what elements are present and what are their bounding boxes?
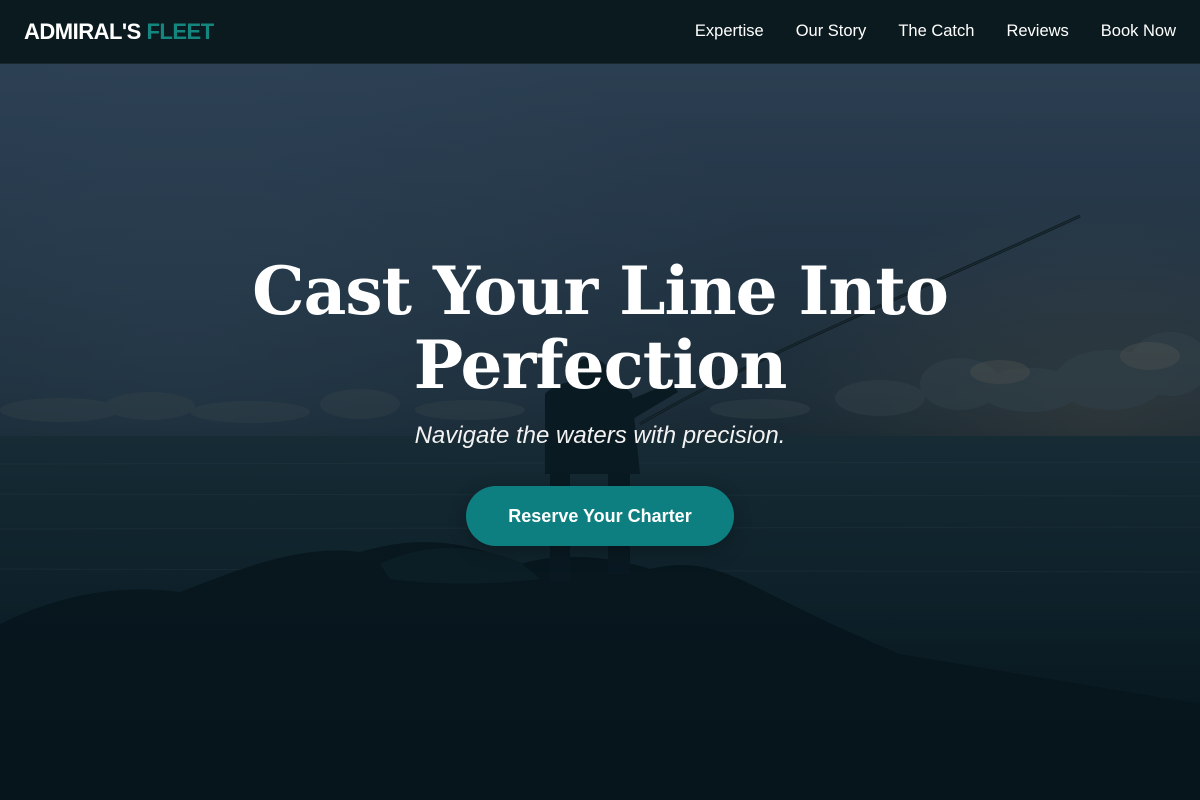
brand-name-primary: ADMIRAL'S	[24, 18, 141, 44]
hero-section: Cast Your Line Into Perfection Navigate …	[0, 64, 1200, 800]
nav-link-the-catch[interactable]: The Catch	[898, 22, 974, 41]
hero-subtitle: Navigate the waters with precision.	[414, 422, 786, 449]
main-nav: Expertise Our Story The Catch Reviews Bo…	[695, 22, 1176, 41]
nav-link-book-now[interactable]: Book Now	[1101, 22, 1176, 41]
hero-content: Cast Your Line Into Perfection Navigate …	[0, 64, 1200, 800]
nav-link-expertise[interactable]: Expertise	[695, 22, 764, 41]
reserve-charter-button[interactable]: Reserve Your Charter	[466, 486, 734, 546]
brand-name-accent: FLEET	[146, 18, 214, 44]
brand-logo[interactable]: ADMIRAL'S FLEET	[24, 19, 214, 45]
nav-link-reviews[interactable]: Reviews	[1006, 22, 1068, 41]
hero-title: Cast Your Line Into Perfection	[252, 252, 949, 404]
top-navbar: ADMIRAL'S FLEET Expertise Our Story The …	[0, 0, 1200, 64]
landing-page: ADMIRAL'S FLEET Expertise Our Story The …	[0, 0, 1200, 800]
nav-link-our-story[interactable]: Our Story	[796, 22, 867, 41]
